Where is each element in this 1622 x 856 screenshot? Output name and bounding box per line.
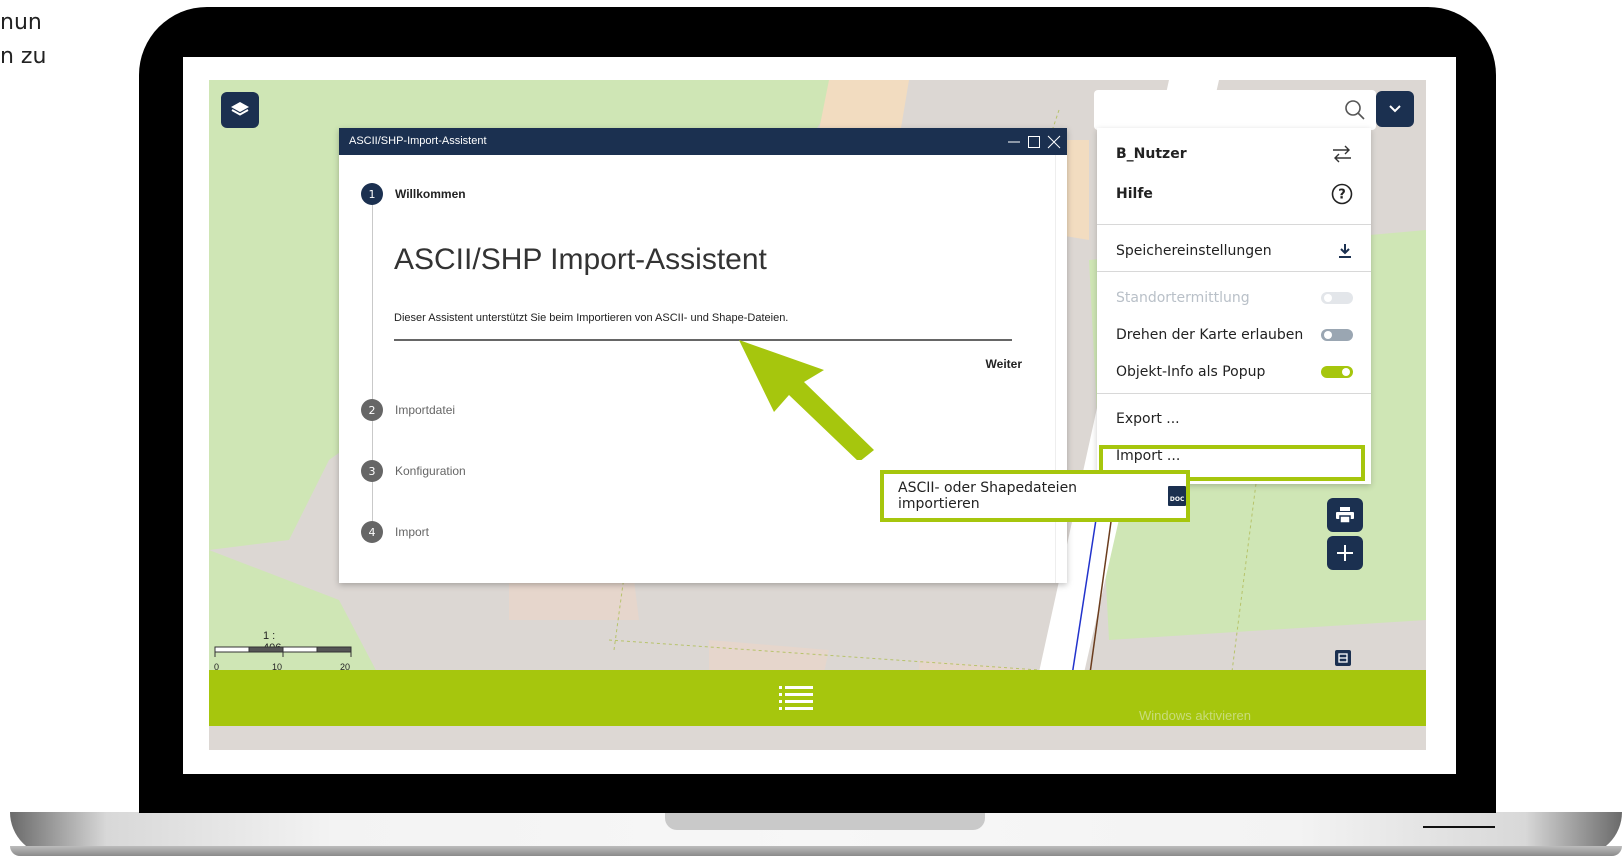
chevron-down-icon <box>1389 105 1401 113</box>
step-label: Importdatei <box>395 403 456 417</box>
step-4[interactable]: 4 Import <box>361 521 429 543</box>
scale-bar-graphic <box>214 646 352 657</box>
minimize-icon[interactable] <box>1007 135 1021 149</box>
menu-divider <box>1097 393 1371 394</box>
menu-help[interactable]: Hilfe ? <box>1097 176 1371 212</box>
laptop-notch <box>665 812 985 830</box>
menu-popup[interactable]: Objekt-Info als Popup <box>1097 354 1371 390</box>
download-icon <box>1339 244 1351 258</box>
menu-popup-label: Objekt-Info als Popup <box>1116 364 1266 380</box>
wizard-title: ASCII/SHP-Import-Assistent <box>349 135 487 147</box>
wizard-divider <box>394 339 1012 341</box>
popup-toggle[interactable] <box>1321 366 1353 378</box>
window-controls <box>1007 128 1061 155</box>
question-circle-icon: ? <box>1331 183 1353 205</box>
plus-icon <box>1337 545 1353 561</box>
step-label: Konfiguration <box>395 464 466 478</box>
search-icon[interactable] <box>1344 99 1366 121</box>
step-number: 3 <box>361 460 383 482</box>
settings-menu: B_Nutzer Hilfe ? Speichereinstellungen S… <box>1097 128 1371 484</box>
doc-file-icon: DOC <box>1168 486 1186 506</box>
menu-save-settings[interactable]: Speichereinstellungen <box>1097 233 1371 269</box>
laptop-base-shadow <box>10 846 1622 856</box>
windows-activation-watermark: Windows aktivieren <box>1139 708 1251 723</box>
step-number: 2 <box>361 399 383 421</box>
step-label: Willkommen <box>395 187 466 201</box>
list-icon[interactable] <box>779 684 813 710</box>
zoom-in-button[interactable] <box>1327 536 1363 570</box>
menu-save-settings-label: Speichereinstellungen <box>1116 243 1272 259</box>
laptop-edge-line <box>1423 826 1495 828</box>
wizard-title-bar[interactable]: ASCII/SHP-Import-Assistent <box>339 128 1067 155</box>
import-ascii-shape-option[interactable]: ASCII- oder Shapedateien importieren DOC <box>880 470 1190 522</box>
close-icon[interactable] <box>1047 135 1061 149</box>
layers-icon <box>231 102 249 116</box>
background-text: nun n zu <box>0 6 46 74</box>
step-number: 1 <box>361 183 383 205</box>
menu-export-label: Export ... <box>1116 411 1180 427</box>
background-text-line2: n zu <box>0 44 47 69</box>
swap-arrows-icon[interactable] <box>1331 144 1353 164</box>
layers-button[interactable] <box>221 92 259 128</box>
menu-toggle-button[interactable] <box>1376 91 1414 127</box>
location-toggle[interactable] <box>1321 292 1353 304</box>
step-3[interactable]: 3 Konfiguration <box>361 460 466 482</box>
svg-text:?: ? <box>1338 188 1346 203</box>
menu-location-label: Standortermittlung <box>1116 290 1250 306</box>
step-connector <box>372 195 373 535</box>
menu-user-label: B_Nutzer <box>1116 146 1187 162</box>
step-label: Import <box>395 525 430 539</box>
search-box[interactable] <box>1094 90 1376 130</box>
menu-divider <box>1097 271 1371 272</box>
step-number: 4 <box>361 521 383 543</box>
menu-rotate[interactable]: Drehen der Karte erlauben <box>1097 317 1371 353</box>
arrow-icon <box>739 340 874 460</box>
step-2[interactable]: 2 Importdatei <box>361 399 455 421</box>
rotate-toggle[interactable] <box>1321 329 1353 341</box>
menu-location[interactable]: Standortermittlung <box>1097 280 1371 316</box>
legend-button[interactable] <box>1335 650 1351 666</box>
menu-divider <box>1097 224 1371 225</box>
wizard-description: Dieser Assistent unterstützt Sie beim Im… <box>394 312 789 324</box>
next-button[interactable]: Weiter <box>986 357 1022 371</box>
step-1[interactable]: 1 Willkommen <box>361 183 466 205</box>
menu-rotate-label: Drehen der Karte erlauben <box>1116 327 1304 343</box>
import-ascii-shape-label: ASCII- oder Shapedateien importieren <box>898 480 1078 512</box>
bottom-toolbar: Windows aktivieren <box>209 670 1426 726</box>
print-icon <box>1336 507 1354 524</box>
menu-export[interactable]: Export ... <box>1097 401 1371 437</box>
background-text-line1: nun <box>0 10 42 35</box>
wizard-heading: ASCII/SHP Import-Assistent <box>394 243 767 276</box>
map-app: ASCII/SHP-Import-Assistent 1 Willkommen … <box>209 80 1426 750</box>
menu-user[interactable]: B_Nutzer <box>1097 136 1371 172</box>
menu-help-label: Hilfe <box>1116 186 1153 202</box>
legend-icon <box>1338 653 1348 663</box>
maximize-icon[interactable] <box>1027 135 1041 149</box>
print-button[interactable] <box>1327 498 1363 532</box>
